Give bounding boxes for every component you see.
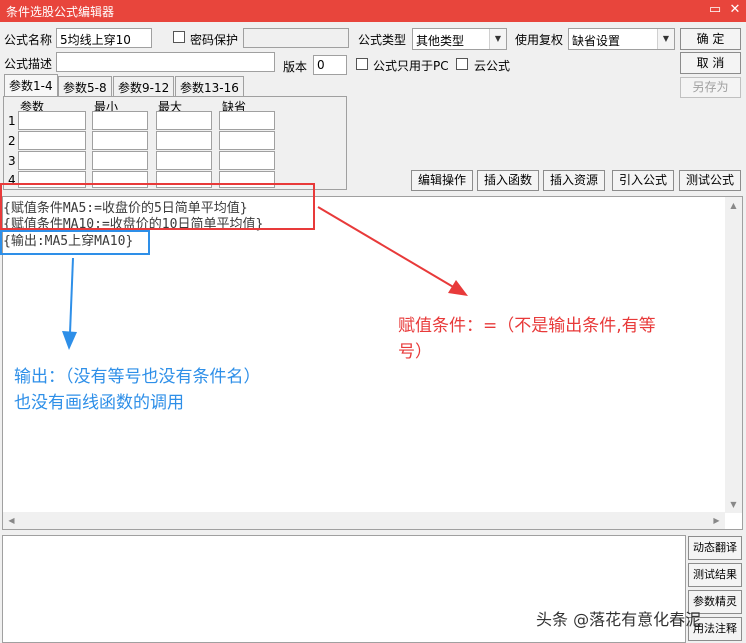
red-arrow-head-icon: [448, 280, 468, 296]
watermark: 头条 @落花有意化春泥: [536, 610, 702, 629]
blue-arrow-line: [69, 257, 74, 334]
red-arrow-line: [317, 206, 456, 289]
assignment-note: 赋值条件：=（不是输出条件,有等 号）: [398, 313, 656, 365]
assignment-note-line: 号）: [398, 342, 432, 362]
assignment-note-line: 赋值条件：=（不是输出条件,有等: [398, 316, 656, 336]
blue-arrow-head-icon: [62, 331, 77, 350]
dynamic-translate-button[interactable]: 动态翻译: [688, 536, 742, 560]
output-note: 输出：（没有等号也没有条件名） 也没有画线函数的调用: [14, 364, 261, 416]
test-result-button[interactable]: 测试结果: [688, 563, 742, 587]
output-note-line: 输出：（没有等号也没有条件名）: [14, 367, 261, 387]
output-note-line: 也没有画线函数的调用: [14, 393, 184, 413]
